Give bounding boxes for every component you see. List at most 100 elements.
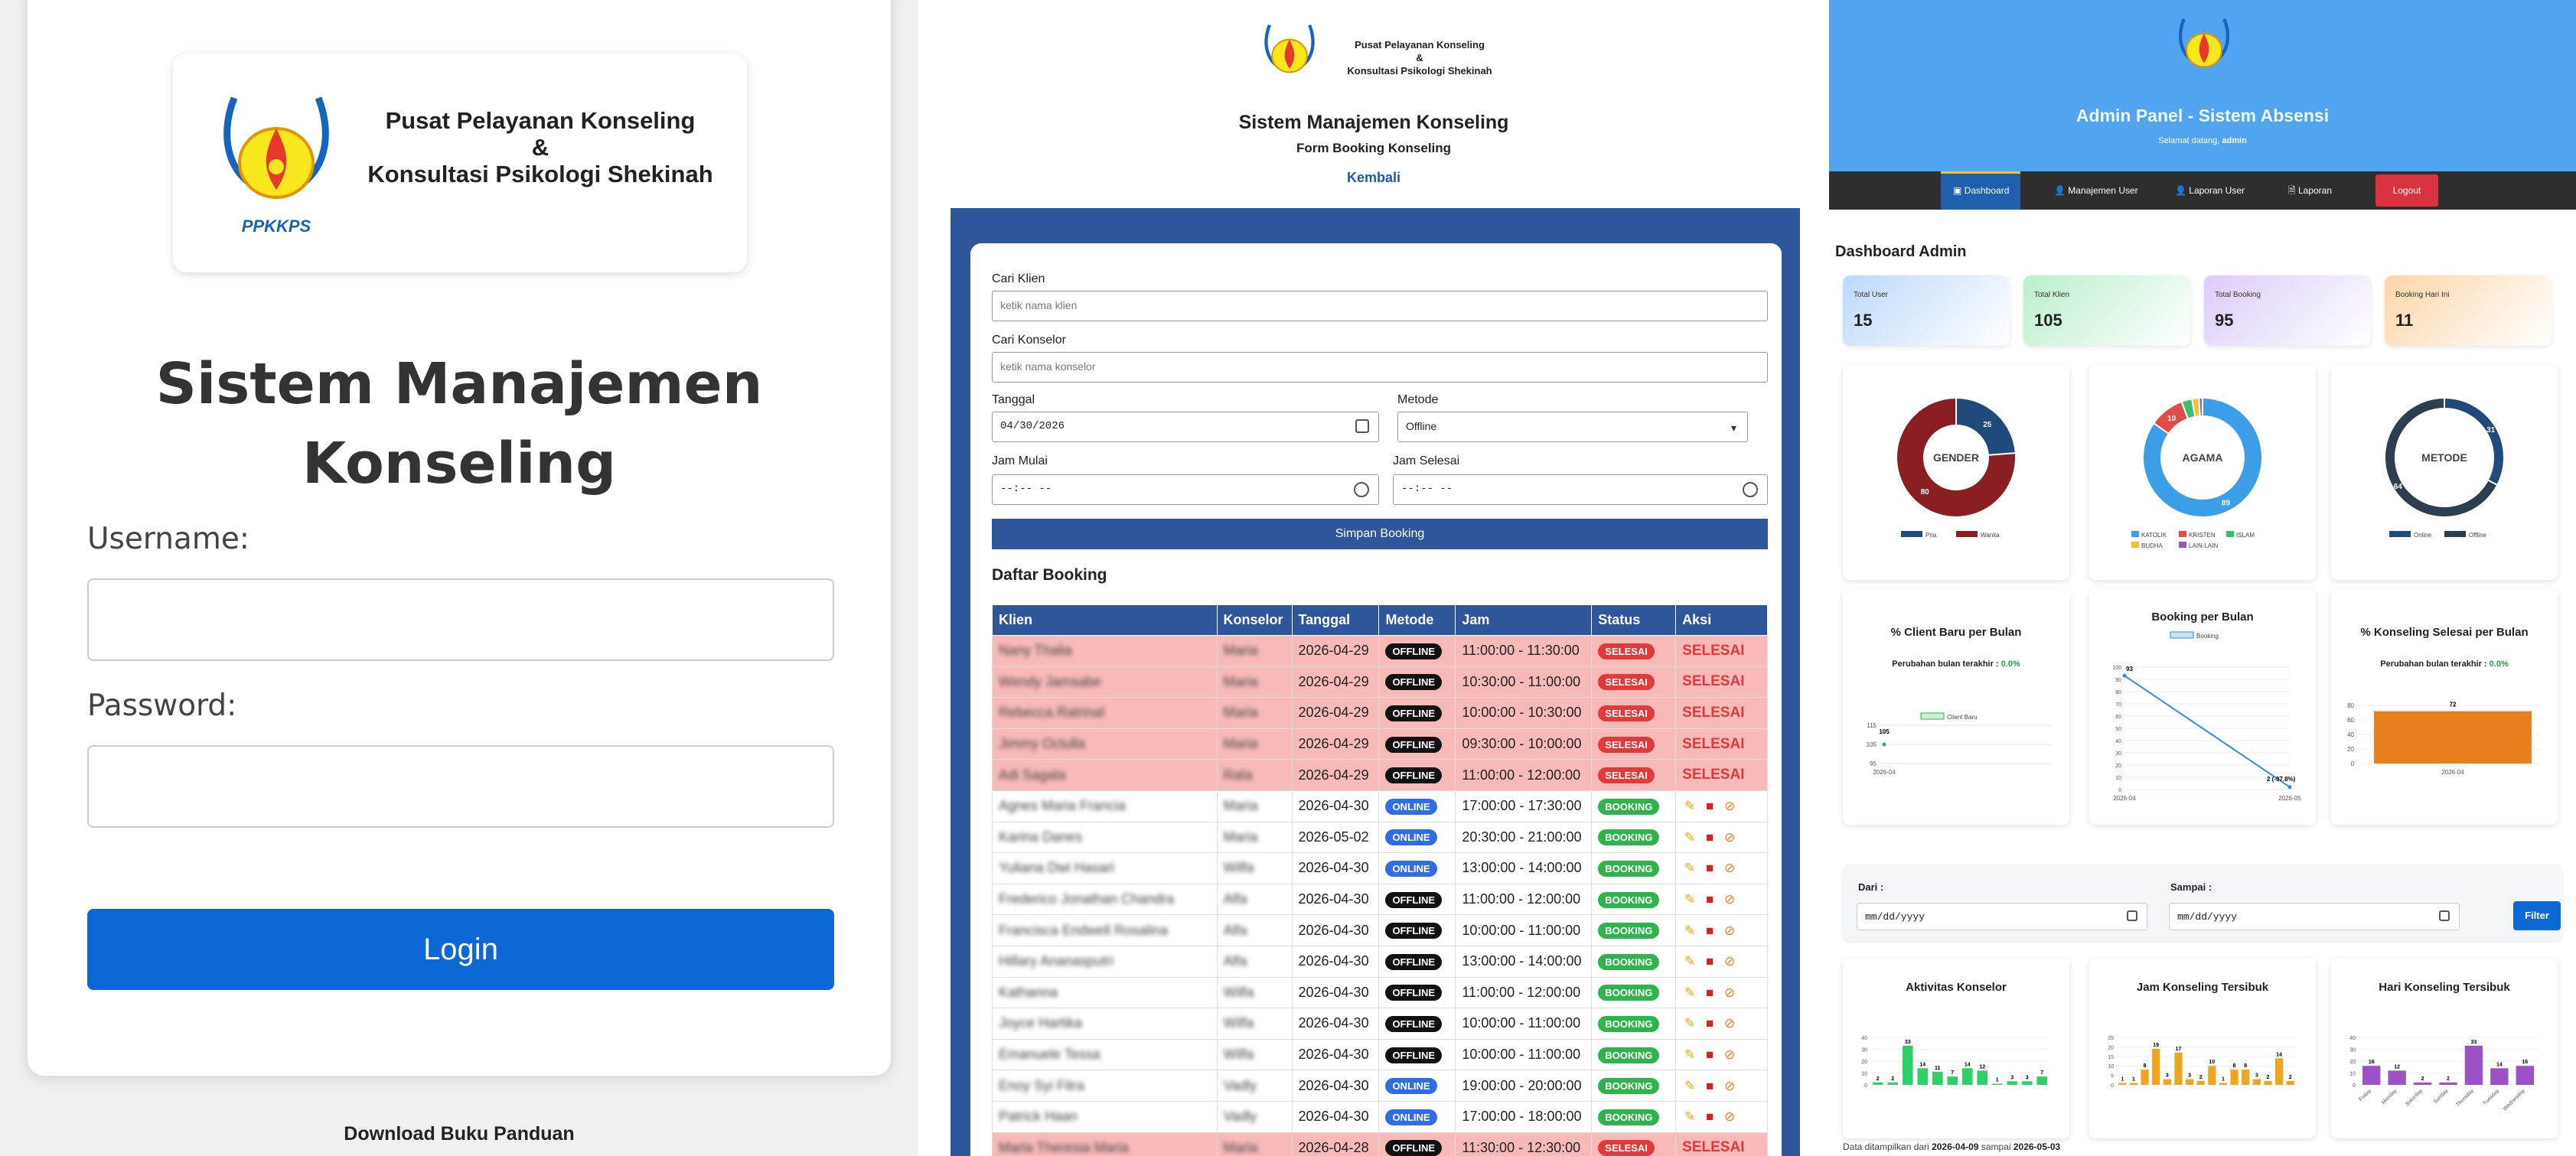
cancel-icon[interactable]: ⊘ <box>1722 830 1737 845</box>
bar[interactable] <box>1887 1082 1899 1085</box>
delete-icon[interactable]: ■ <box>1702 1047 1717 1063</box>
bar[interactable] <box>2516 1066 2534 1085</box>
clock-icon[interactable] <box>1354 482 1369 497</box>
simpan-booking-button[interactable]: Simpan Booking <box>992 519 1768 549</box>
download-guide-link[interactable]: Download Buku Panduan <box>0 1123 918 1145</box>
delete-icon[interactable]: ■ <box>1702 892 1717 907</box>
bar[interactable] <box>1961 1068 1973 1085</box>
bar[interactable] <box>2362 1066 2381 1085</box>
edit-icon[interactable]: ✎ <box>1682 892 1697 907</box>
delete-icon[interactable]: ■ <box>1702 923 1717 939</box>
bar[interactable] <box>2439 1082 2457 1085</box>
bar[interactable] <box>2388 1070 2406 1085</box>
bar[interactable] <box>2163 1079 2171 1085</box>
dari-input[interactable]: mm/dd/yyyy <box>1857 903 2147 930</box>
cancel-icon[interactable]: ⊘ <box>1722 1079 1737 1094</box>
edit-icon[interactable]: ✎ <box>1682 799 1697 814</box>
cancel-icon[interactable]: ⊘ <box>1722 1047 1737 1063</box>
sampai-input[interactable]: mm/dd/yyyy <box>2169 903 2460 930</box>
bar[interactable] <box>2286 1081 2294 1085</box>
bar[interactable] <box>2264 1081 2272 1085</box>
cancel-icon[interactable]: ⊘ <box>1722 799 1737 814</box>
back-link[interactable]: Kembali <box>918 170 1829 186</box>
edit-icon[interactable]: ✎ <box>1682 1047 1697 1063</box>
delete-icon[interactable]: ■ <box>1702 861 1717 876</box>
login-button[interactable]: Login <box>87 909 834 990</box>
cari-konselor-input[interactable]: ketik nama konselor <box>992 352 1768 383</box>
nav-manajemen-user[interactable]: 👤 Manajemen User <box>2054 171 2138 210</box>
jam-mulai-input[interactable]: --:-- -- <box>992 474 1379 505</box>
jam-selesai-input[interactable]: --:-- -- <box>1393 474 1768 505</box>
bar[interactable] <box>2242 1070 2250 1085</box>
username-input[interactable] <box>87 578 834 661</box>
logout-button[interactable]: Logout <box>2375 174 2438 207</box>
data-point[interactable] <box>2287 785 2292 790</box>
bar[interactable] <box>2007 1081 2018 1085</box>
bar[interactable] <box>1947 1076 1958 1085</box>
data-point[interactable] <box>1882 742 1886 747</box>
bar[interactable] <box>2196 1081 2205 1085</box>
edit-icon[interactable]: ✎ <box>1682 830 1697 845</box>
password-input[interactable] <box>87 745 834 828</box>
delete-icon[interactable]: ■ <box>1702 1109 1717 1125</box>
bar[interactable] <box>2490 1068 2509 1085</box>
delete-icon[interactable]: ■ <box>1702 799 1717 814</box>
bar[interactable] <box>2230 1070 2239 1085</box>
tanggal-input[interactable]: 04/30/2026 <box>992 412 1379 442</box>
cancel-icon[interactable]: ⊘ <box>1722 1016 1737 1031</box>
metode-select[interactable]: Offline ▾ <box>1397 412 1748 442</box>
bar[interactable] <box>2129 1083 2138 1085</box>
bar[interactable] <box>1991 1083 2003 1085</box>
cari-klien-input[interactable]: ketik nama klien <box>992 291 1768 321</box>
filter-button[interactable]: Filter <box>2513 901 2561 930</box>
donut-slice[interactable] <box>2198 396 2203 418</box>
bar[interactable] <box>1872 1082 1883 1085</box>
bar[interactable] <box>1932 1071 1943 1085</box>
delete-icon[interactable]: ■ <box>1702 954 1717 969</box>
delete-icon[interactable]: ■ <box>1702 1016 1717 1031</box>
cancel-icon[interactable]: ⊘ <box>1722 861 1737 876</box>
edit-icon[interactable]: ✎ <box>1682 861 1697 876</box>
nav-laporan[interactable]: 🗎 Laporan <box>2288 171 2332 210</box>
cancel-icon[interactable]: ⊘ <box>1722 1109 1737 1125</box>
bar[interactable] <box>2141 1070 2149 1085</box>
selesai-bar[interactable] <box>2374 711 2532 764</box>
calendar-icon[interactable] <box>2439 910 2450 921</box>
edit-icon[interactable]: ✎ <box>1682 1109 1697 1125</box>
edit-icon[interactable]: ✎ <box>1682 985 1697 1001</box>
bar[interactable] <box>1902 1045 1913 1085</box>
bar[interactable] <box>2252 1079 2261 1085</box>
delete-icon[interactable]: ■ <box>1702 830 1717 845</box>
cancel-icon[interactable]: ⊘ <box>1722 985 1737 1001</box>
calendar-icon[interactable] <box>2127 910 2137 921</box>
bar[interactable] <box>2036 1076 2048 1085</box>
bar[interactable] <box>2185 1079 2194 1085</box>
data-point[interactable] <box>2122 673 2127 678</box>
bar[interactable] <box>2464 1045 2483 1085</box>
bar[interactable] <box>2021 1081 2033 1085</box>
nav-laporan-user[interactable]: 👤 Laporan User <box>2175 171 2245 210</box>
legend-label: Booking <box>2196 633 2219 640</box>
delete-icon[interactable]: ■ <box>1702 985 1717 1001</box>
bar[interactable] <box>1917 1068 1929 1085</box>
calendar-icon[interactable] <box>1355 419 1369 433</box>
nav-dashboard[interactable]: ▣ Dashboard <box>1941 171 2020 210</box>
edit-icon[interactable]: ✎ <box>1682 1016 1697 1031</box>
delete-icon[interactable]: ■ <box>1702 1079 1717 1094</box>
bar[interactable] <box>2174 1052 2183 1085</box>
bar[interactable] <box>2219 1083 2228 1085</box>
bar[interactable] <box>1977 1070 1988 1085</box>
edit-icon[interactable]: ✎ <box>1682 1079 1697 1094</box>
edit-icon[interactable]: ✎ <box>1682 923 1697 939</box>
cancel-icon[interactable]: ⊘ <box>1722 923 1737 939</box>
bar[interactable] <box>2274 1058 2284 1085</box>
bar[interactable] <box>2152 1048 2160 1085</box>
cancel-icon[interactable]: ⊘ <box>1722 892 1737 907</box>
edit-icon[interactable]: ✎ <box>1682 954 1697 969</box>
bar[interactable] <box>2208 1066 2216 1085</box>
clock-icon[interactable] <box>1743 482 1758 497</box>
bar[interactable] <box>2118 1083 2127 1085</box>
bar[interactable] <box>2413 1082 2432 1085</box>
stat-label: Booking Hari Ini <box>2395 291 2450 299</box>
cancel-icon[interactable]: ⊘ <box>1722 954 1737 969</box>
